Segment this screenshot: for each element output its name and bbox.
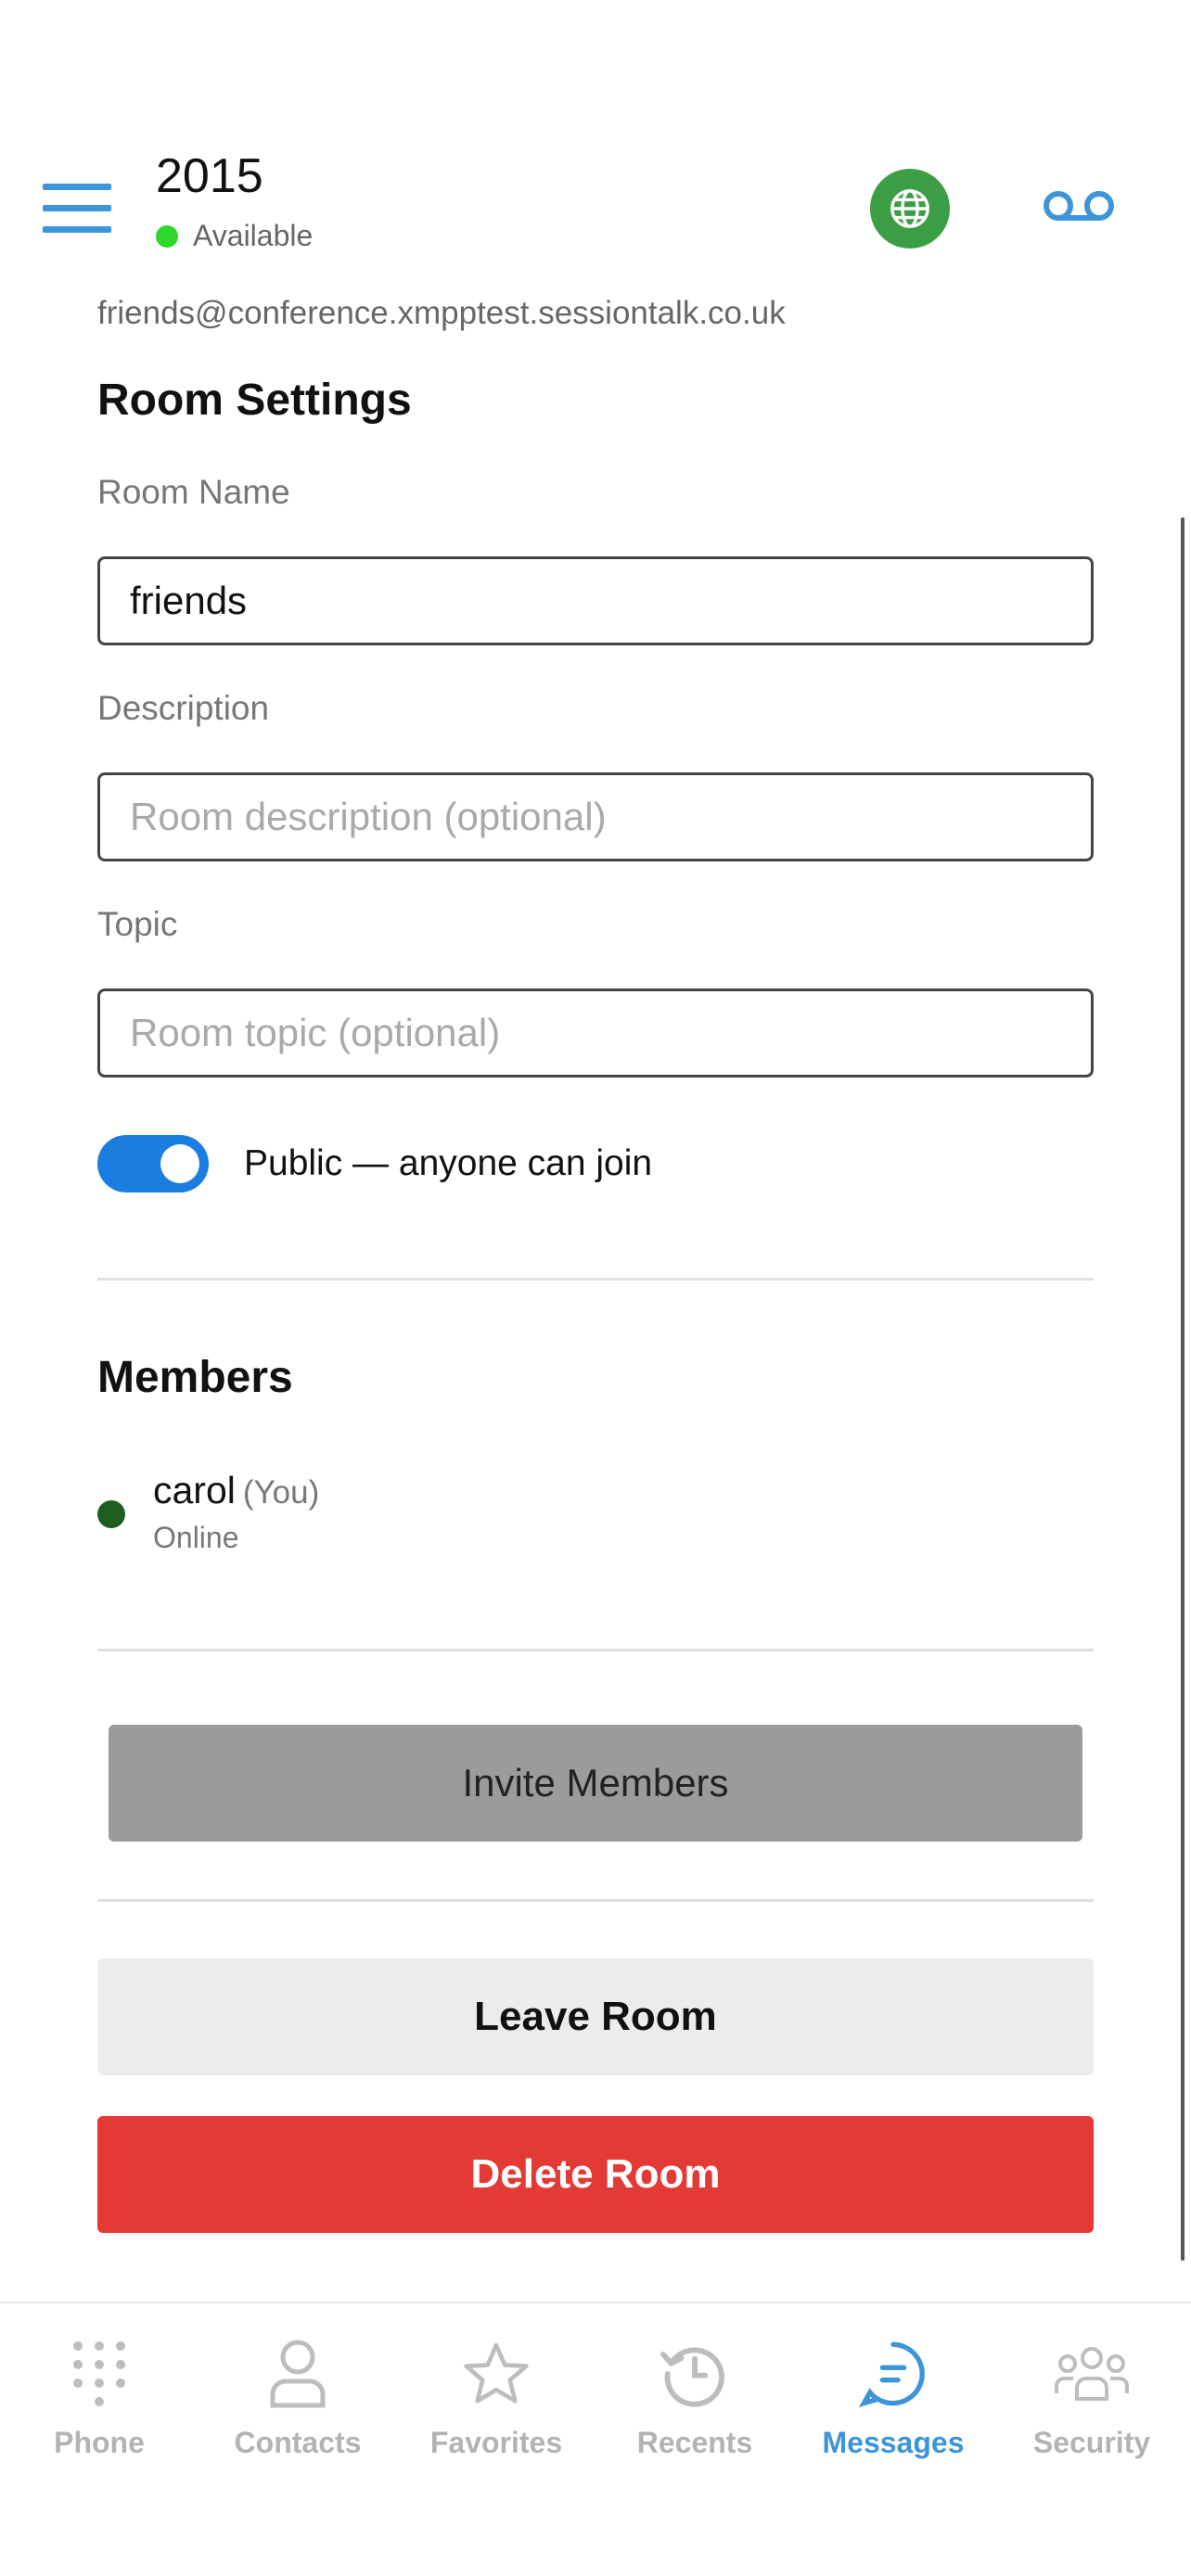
member-name: carol bbox=[153, 1469, 236, 1511]
public-toggle[interactable] bbox=[97, 1135, 209, 1192]
divider bbox=[97, 1278, 1094, 1281]
description-label: Description bbox=[97, 689, 270, 727]
delete-room-button[interactable]: Delete Room bbox=[97, 2116, 1094, 2233]
member-presence-dot bbox=[97, 1500, 125, 1528]
group-icon bbox=[1050, 2335, 1133, 2413]
globe-icon bbox=[890, 189, 929, 228]
tab-favorites[interactable]: Favorites bbox=[397, 2335, 596, 2474]
tab-label: Favorites bbox=[429, 2426, 563, 2459]
tab-recents[interactable]: Recents bbox=[596, 2335, 794, 2474]
account-title: 2015 bbox=[156, 149, 263, 203]
public-toggle-label: Public — anyone can join bbox=[244, 1143, 653, 1183]
scrollbar[interactable] bbox=[1181, 517, 1185, 2261]
chat-icon bbox=[852, 2335, 935, 2413]
history-icon bbox=[653, 2335, 736, 2413]
app-header: 2015 Available bbox=[0, 0, 1191, 287]
divider bbox=[97, 1649, 1094, 1651]
globe-button[interactable] bbox=[870, 169, 950, 249]
room-settings-title: Room Settings bbox=[97, 376, 412, 425]
member-item[interactable]: carol (You) Online bbox=[97, 1469, 1094, 1562]
description-input[interactable] bbox=[97, 772, 1094, 861]
topic-label: Topic bbox=[97, 905, 178, 943]
voicemail-icon bbox=[1044, 191, 1114, 221]
divider bbox=[97, 1899, 1094, 1902]
bottom-tab-bar: Phone Contacts Favorites Recents Message… bbox=[0, 2302, 1191, 2576]
leave-room-button[interactable]: Leave Room bbox=[97, 1958, 1094, 2075]
members-title: Members bbox=[97, 1353, 293, 1402]
member-you-tag: (You) bbox=[242, 1474, 320, 1511]
status-dot bbox=[156, 224, 178, 248]
tab-messages[interactable]: Messages bbox=[794, 2335, 992, 2474]
toggle-knob bbox=[160, 1144, 199, 1183]
menu-icon[interactable] bbox=[43, 182, 113, 236]
member-status: Online bbox=[153, 1521, 239, 1554]
status-text: Available bbox=[193, 219, 314, 252]
star-icon bbox=[455, 2335, 538, 2413]
dialpad-icon bbox=[58, 2335, 141, 2413]
tab-label: Contacts bbox=[234, 2426, 362, 2459]
presence-status[interactable]: Available bbox=[156, 219, 313, 253]
public-toggle-row: Public — anyone can join bbox=[97, 1135, 652, 1192]
topic-input[interactable] bbox=[97, 988, 1094, 1078]
tab-security[interactable]: Security bbox=[992, 2335, 1191, 2474]
voicemail-button[interactable] bbox=[1039, 182, 1119, 230]
tab-contacts[interactable]: Contacts bbox=[198, 2335, 397, 2474]
room-jid: friends@conference.xmpptest.sessiontalk.… bbox=[97, 295, 786, 331]
tab-label: Messages bbox=[822, 2426, 965, 2459]
tab-phone[interactable]: Phone bbox=[0, 2335, 198, 2474]
invite-members-button[interactable]: Invite Members bbox=[109, 1725, 1082, 1842]
tab-label: Recents bbox=[636, 2426, 753, 2459]
tab-label: Phone bbox=[54, 2426, 145, 2459]
room-name-label: Room Name bbox=[97, 473, 290, 511]
person-icon bbox=[256, 2335, 339, 2413]
tab-label: Security bbox=[1032, 2426, 1151, 2459]
room-name-input[interactable] bbox=[97, 556, 1094, 645]
